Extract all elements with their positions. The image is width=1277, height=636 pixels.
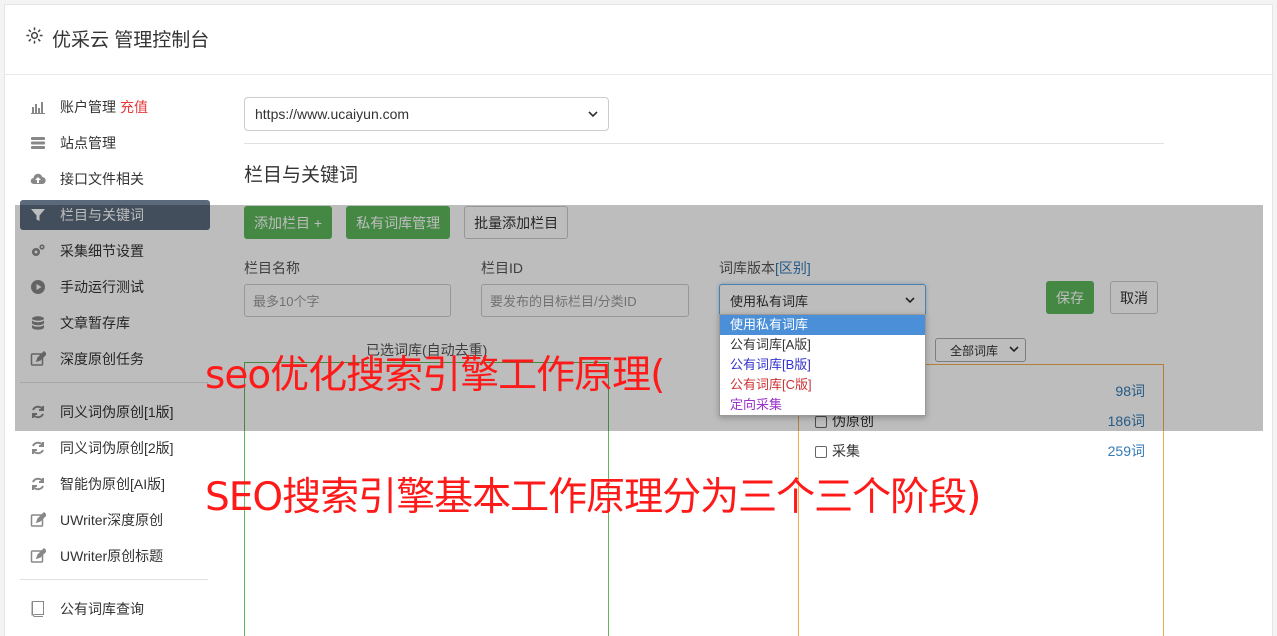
sidebar-item-account[interactable]: 账户管理 充值: [20, 92, 210, 122]
sidebar-item-synonym-v2[interactable]: 同义词伪原创[2版]: [20, 433, 210, 463]
overlay-headline-2: SEO搜索引擎基本工作原理分为三个三个阶段): [205, 475, 981, 520]
dropdown-option[interactable]: 公有词库[A版]: [720, 335, 925, 355]
main-content: https://www.ucaiyun.com 栏目与关键词 添加栏目 + 私有…: [244, 92, 1164, 636]
lib-row-count: 259词: [1107, 443, 1145, 459]
sidebar-item-label: 站点管理: [60, 135, 116, 151]
sidebar-item-label: 同义词伪原创[2版]: [60, 440, 174, 456]
lib-row-label: 采集: [832, 443, 860, 459]
server-icon: [30, 135, 46, 151]
sidebar-item-uwriter-deep[interactable]: UWriter深度原创: [20, 505, 210, 535]
top-bar: 优采云 管理控制台: [5, 5, 1274, 75]
book-icon: [30, 601, 46, 617]
overlay-headline-1: seo优化搜索引擎工作原理(: [205, 353, 665, 398]
refresh-icon: [30, 476, 46, 492]
checkbox[interactable]: [815, 446, 827, 459]
edit-icon: [30, 548, 46, 564]
sidebar-item-interface[interactable]: 接口文件相关: [20, 164, 210, 194]
chevron-down-icon: [588, 106, 598, 122]
sidebar-item-public-lib[interactable]: 公有词库查询: [20, 594, 210, 624]
dropdown-option[interactable]: 公有词库[B版]: [720, 355, 925, 375]
site-select-value: https://www.ucaiyun.com: [255, 106, 410, 122]
cloud-upload-icon: [30, 171, 46, 187]
sidebar-item-sites[interactable]: 站点管理: [20, 128, 210, 158]
sidebar-item-label: 账户管理: [60, 99, 116, 115]
sidebar-item-label: UWriter原创标题: [60, 548, 164, 564]
page-title: 栏目与关键词: [244, 165, 359, 186]
sidebar-item-ai-rewrite[interactable]: 智能伪原创[AI版]: [20, 469, 210, 499]
sidebar-item-label: 接口文件相关: [60, 171, 144, 187]
brand[interactable]: 优采云 管理控制台: [25, 25, 209, 52]
sidebar-item-label: 公有词库查询: [60, 601, 144, 617]
gear-icon: [25, 26, 44, 51]
brand-title: 优采云 管理控制台: [52, 30, 210, 51]
site-select[interactable]: https://www.ucaiyun.com: [244, 97, 609, 131]
recharge-link[interactable]: 充值: [120, 97, 148, 117]
lib-row[interactable]: 采集 259词: [815, 441, 1145, 461]
dropdown-option[interactable]: 定向采集: [720, 395, 925, 415]
lib-version-dropdown: 使用私有词库 公有词库[A版] 公有词库[B版] 公有词库[C版] 定向采集: [719, 314, 926, 416]
edit-icon: [30, 512, 46, 528]
sidebar-item-uwriter-title[interactable]: UWriter原创标题: [20, 541, 210, 571]
sidebar-item-label: 智能伪原创[AI版]: [60, 476, 166, 492]
sidebar-divider: [20, 579, 208, 580]
sidebar-item-label: UWriter深度原创: [60, 512, 164, 528]
refresh-icon: [30, 440, 46, 456]
dropdown-option[interactable]: 使用私有词库: [720, 315, 925, 335]
divider: [244, 143, 1164, 144]
bar-chart-icon: [30, 99, 46, 115]
dropdown-option[interactable]: 公有词库[C版]: [720, 375, 925, 395]
